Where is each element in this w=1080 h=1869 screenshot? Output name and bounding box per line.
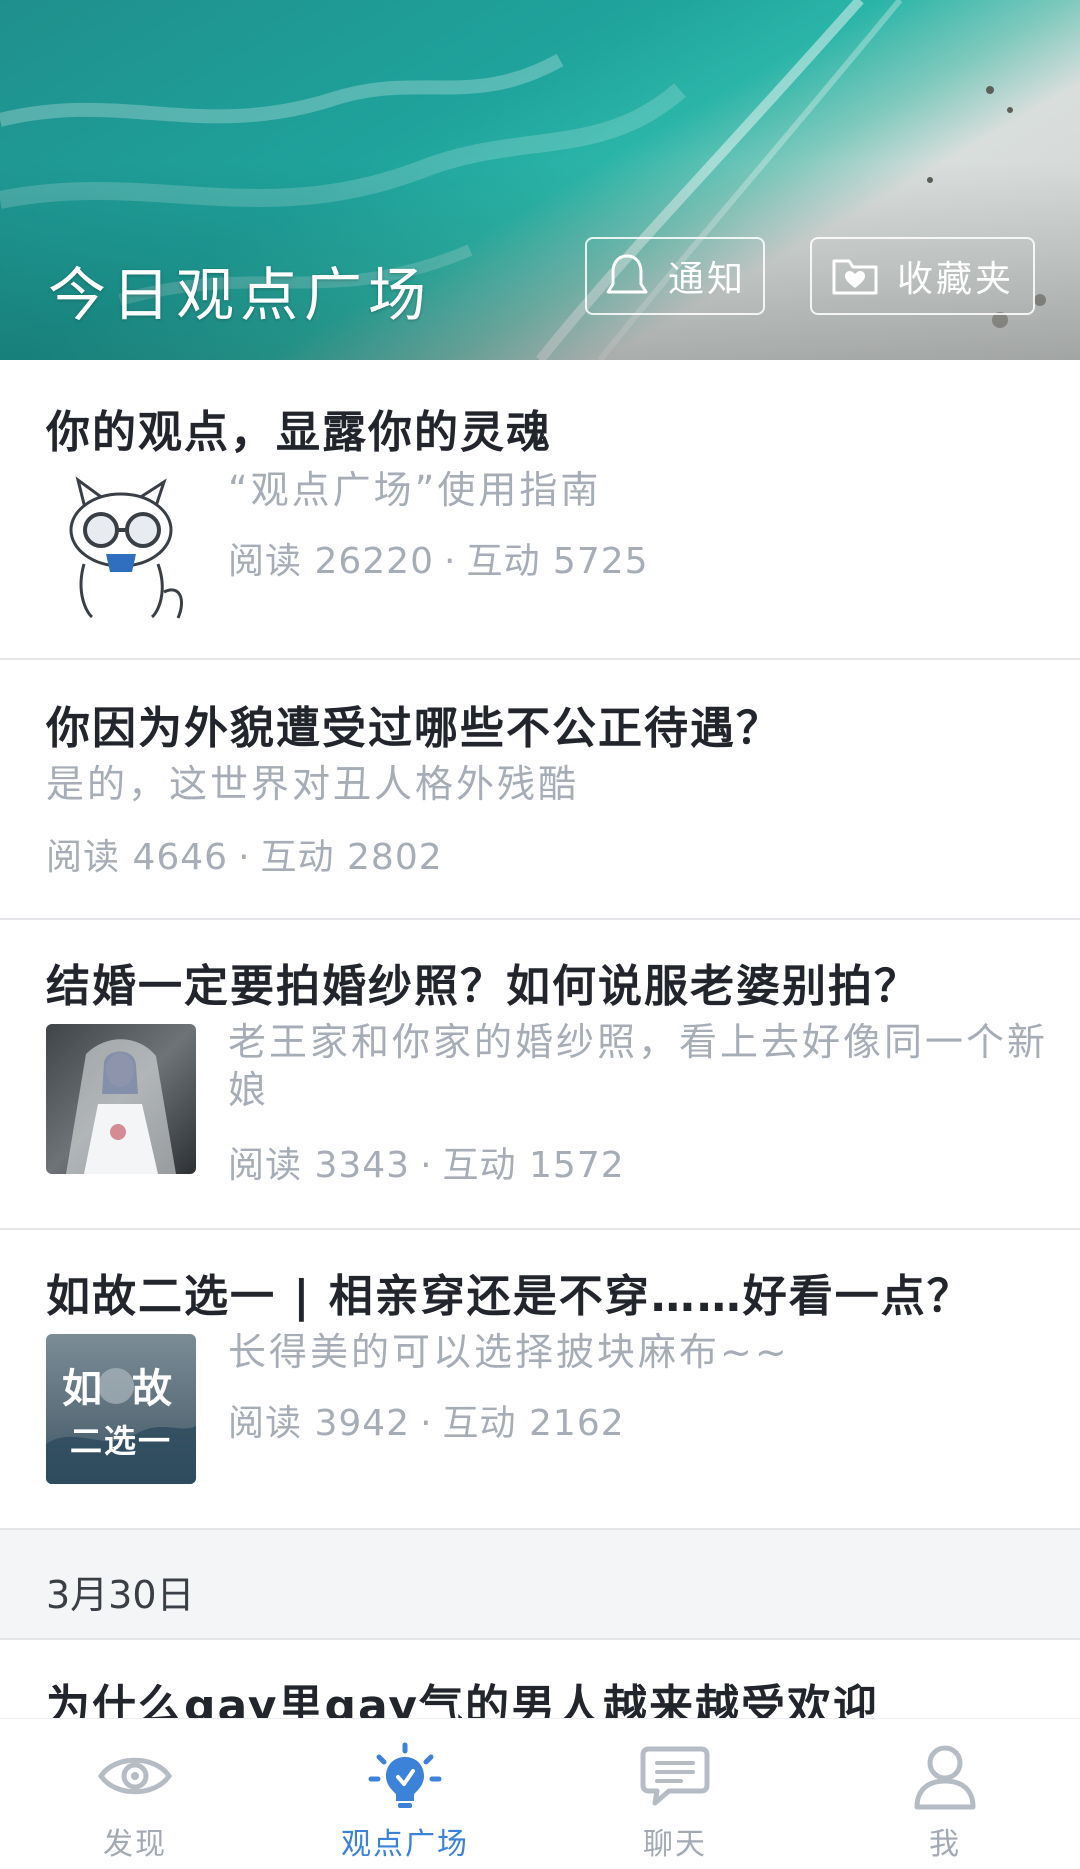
interactions-label: 互动	[466, 541, 541, 582]
reads-count: 26220	[314, 541, 434, 582]
nav-label: 观点广场	[341, 1827, 469, 1862]
interactions-count: 5725	[552, 541, 649, 582]
interactions-label: 互动	[442, 1145, 517, 1186]
bottom-navigation: 发现 观点广场 聊天 我	[0, 1718, 1080, 1869]
feed-item-guide[interactable]: 你的观点，显露你的灵魂 “观点广场”使用指南 阅读 26220 · 互动 5725	[0, 360, 1080, 660]
notify-button[interactable]: 通知	[585, 237, 765, 315]
favorites-button[interactable]: 收藏夹	[810, 237, 1035, 315]
page-title: 今日观点广场	[48, 261, 433, 329]
interactions-label: 互动	[260, 837, 335, 878]
nav-tab-me[interactable]: 我	[845, 1719, 1045, 1869]
item-title: 结婚一定要拍婚纱照？如何说服老婆别拍？	[46, 961, 920, 1012]
interactions-count: 2162	[529, 1403, 625, 1444]
reads-label: 阅读	[228, 541, 303, 582]
item-title: 你因为外貌遭受过哪些不公正待遇？	[46, 703, 782, 754]
reads-count: 3343	[314, 1145, 411, 1186]
bell-icon	[606, 254, 648, 294]
choose-one-image: 如 故 二选一	[46, 1334, 196, 1484]
separator-dot: ·	[420, 1403, 433, 1444]
separator-dot: ·	[444, 541, 457, 582]
header-banner: 今日观点广场 通知 收藏夹	[0, 0, 1080, 360]
item-subtitle: 老王家和你家的婚纱照，看上去好像同一个新娘	[228, 1020, 1049, 1112]
notify-label: 通知	[667, 259, 746, 300]
chat-bubble-icon	[640, 1746, 710, 1806]
separator-dot: ·	[420, 1145, 433, 1186]
nav-label: 发现	[103, 1827, 167, 1862]
interactions-label: 互动	[442, 1403, 517, 1444]
bride-image	[46, 1024, 196, 1174]
date-label: 3月30日	[46, 1573, 195, 1617]
feed-item-appearance[interactable]: 你因为外貌遭受过哪些不公正待遇？ 是的，这世界对丑人格外残酷 阅读 4646 · 互…	[0, 660, 1080, 920]
item-subtitle: 长得美的可以选择披块麻布~~	[228, 1330, 790, 1374]
nav-tab-discover[interactable]: 发现	[35, 1719, 235, 1869]
cat-mascot-image	[46, 472, 196, 622]
item-stats: 阅读 26220 · 互动 5725	[228, 532, 649, 584]
item-subtitle: “观点广场”使用指南	[228, 468, 602, 512]
lightbulb-icon	[368, 1742, 442, 1808]
reads-count: 3942	[314, 1403, 411, 1444]
feed-item-wedding-photo[interactable]: 结婚一定要拍婚纱照？如何说服老婆别拍？ 老王家和你家的婚纱照，看上去好像同一个新…	[0, 920, 1080, 1230]
separator-dot: ·	[238, 837, 251, 878]
feed-list: 你的观点，显露你的灵魂 “观点广场”使用指南 阅读 26220 · 互动 5725	[0, 360, 1080, 1732]
feed-item-partial[interactable]: 为什么gay里gay气的男人越来越受欢迎	[0, 1640, 1080, 1732]
nav-label: 聊天	[643, 1827, 707, 1862]
interactions-count: 1572	[529, 1145, 625, 1186]
heart-folder-icon	[832, 259, 878, 295]
reads-label: 阅读	[46, 837, 121, 878]
eye-icon	[97, 1757, 173, 1795]
item-stats: 阅读 4646 · 互动 2802	[46, 828, 443, 880]
reads-count: 4646	[132, 837, 229, 878]
user-icon	[914, 1745, 976, 1810]
thumb-text-bottom: 二选一	[69, 1422, 172, 1460]
item-stats: 阅读 3942 · 互动 2162	[228, 1394, 625, 1446]
reads-label: 阅读	[228, 1403, 303, 1444]
item-title: 你的观点，显露你的灵魂	[46, 407, 552, 458]
favorites-label: 收藏夹	[896, 259, 1014, 300]
nav-tab-opinion-square[interactable]: 观点广场	[305, 1719, 505, 1869]
reads-label: 阅读	[228, 1145, 303, 1186]
item-subtitle: 是的，这世界对丑人格外残酷	[46, 762, 580, 806]
nav-tab-chat[interactable]: 聊天	[575, 1719, 775, 1869]
item-stats: 阅读 3343 · 互动 1572	[228, 1136, 625, 1188]
thumb-text-top: 如 故	[62, 1366, 180, 1412]
feed-item-choose-one[interactable]: 如故二选一 | 相亲穿还是不穿……好看一点？ 如 故 二选一 长得美的可以选择披…	[0, 1230, 1080, 1530]
date-section-header: 3月30日	[0, 1530, 1080, 1640]
item-title: 如故二选一 | 相亲穿还是不穿……好看一点？	[46, 1271, 973, 1322]
interactions-count: 2802	[347, 837, 443, 878]
nav-label: 我	[929, 1827, 961, 1862]
